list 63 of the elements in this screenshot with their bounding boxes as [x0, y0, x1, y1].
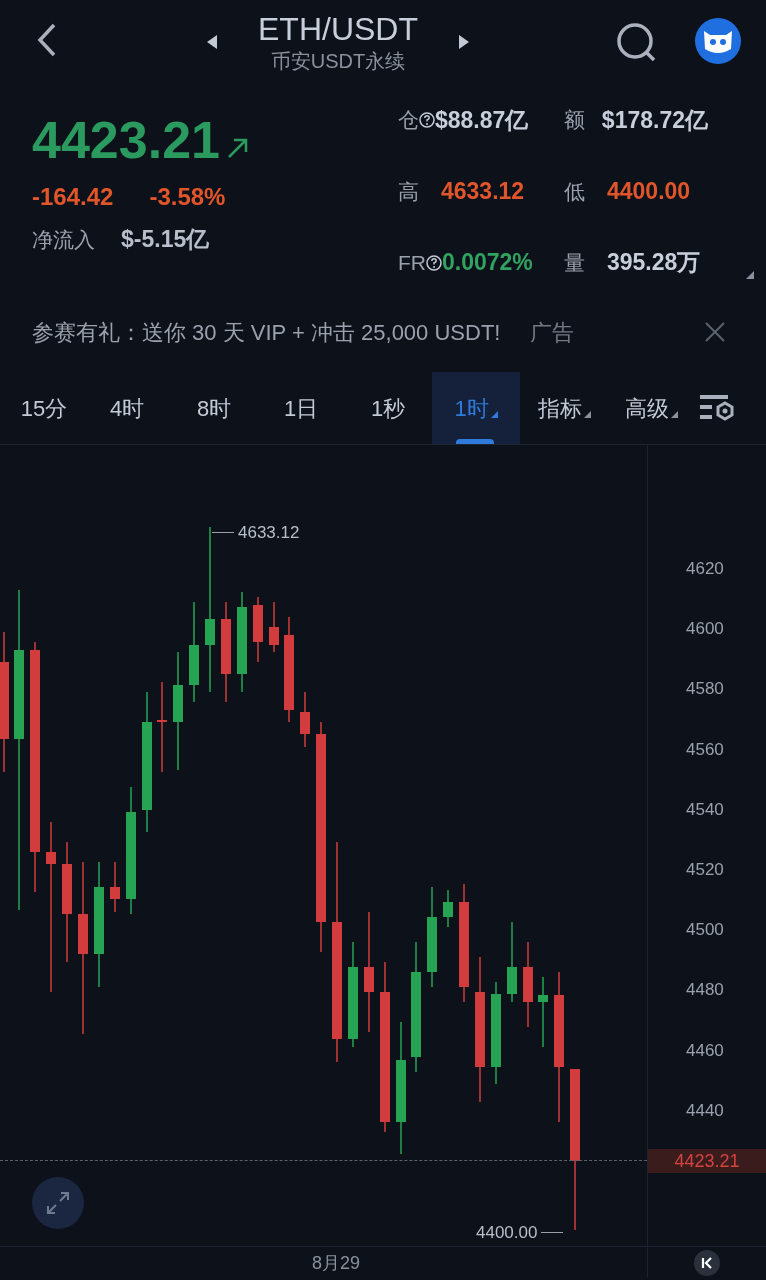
- pair-title: ETH/USDT: [258, 10, 418, 48]
- promo-text: 参赛有礼：送你 30 天 VIP + 冲击 25,000 USDT!: [32, 318, 501, 347]
- axis-label: 4520: [686, 860, 724, 880]
- candlestick: [253, 596, 263, 663]
- axis-label: 4540: [686, 799, 724, 820]
- dropdown-triangle-icon: [490, 410, 498, 418]
- high-price-label: 4633.12: [238, 522, 300, 544]
- axis-label: 4620: [686, 559, 724, 579]
- candlestick: [269, 601, 279, 653]
- search-icon[interactable]: [616, 22, 658, 64]
- interval-tab[interactable]: 4时: [84, 372, 170, 444]
- stat-label: FR: [398, 249, 426, 276]
- bot-avatar-icon[interactable]: [694, 17, 742, 65]
- interval-tab[interactable]: 15分: [4, 372, 84, 444]
- market-subtitle: 币安USDT永续: [270, 49, 406, 74]
- stat-label: 量: [564, 249, 585, 276]
- stat-value: 4400.00: [607, 177, 691, 207]
- interval-tab[interactable]: 1日: [258, 372, 344, 444]
- stat-value: 4633.12: [441, 177, 525, 207]
- candlestick: [110, 861, 120, 913]
- interval-tab[interactable]: 1时: [432, 372, 520, 444]
- chart-settings-icon[interactable]: [700, 394, 736, 422]
- stat-label: 仓: [398, 107, 419, 134]
- stat-label: 高: [398, 178, 419, 205]
- last-price-tag: 4423.21: [648, 1149, 766, 1173]
- interval-tab[interactable]: 高级: [608, 372, 694, 444]
- fullscreen-button[interactable]: [32, 1177, 84, 1229]
- next-pair-icon[interactable]: [458, 34, 470, 50]
- last-price: 4423.21: [32, 110, 220, 170]
- info-icon[interactable]: [426, 254, 442, 271]
- stat-value: 395.28万: [607, 248, 701, 278]
- candlestick: [538, 976, 548, 1048]
- axis-label: 4440: [686, 1100, 724, 1121]
- dropdown-triangle-icon: [670, 410, 678, 418]
- axis-label: 4580: [686, 679, 724, 700]
- axis-label: 4560: [686, 739, 724, 760]
- time-axis-label: 8月29: [312, 1252, 361, 1275]
- ad-tag: 广告: [530, 315, 575, 349]
- candlestick: [300, 691, 310, 748]
- stat-label: 低: [564, 178, 585, 205]
- price-change: -164.42: [32, 182, 114, 212]
- stat-value: 0.0072%: [442, 248, 533, 278]
- percent-change: -3.58%: [149, 182, 226, 212]
- dropdown-triangle-icon: [583, 410, 591, 418]
- net-inflow-value: $-5.15亿: [121, 225, 210, 254]
- previous-pair-icon[interactable]: [206, 34, 218, 50]
- axis-label: 4600: [686, 619, 724, 640]
- interval-tab[interactable]: 8时: [170, 372, 258, 444]
- info-icon[interactable]: [419, 112, 435, 128]
- axis-label: 4460: [686, 1040, 724, 1061]
- stat-label: 额: [564, 107, 585, 134]
- axis-label: 4480: [686, 980, 724, 1001]
- stat-value: $178.72亿: [601, 105, 708, 135]
- corner-triangle-icon[interactable]: [746, 271, 754, 279]
- candlestick: [443, 889, 453, 928]
- interval-tab[interactable]: 1秒: [344, 372, 432, 444]
- scroll-to-latest-button[interactable]: [694, 1250, 720, 1276]
- interval-tab[interactable]: 指标: [520, 372, 608, 444]
- stat-value: $88.87亿: [435, 105, 529, 135]
- net-inflow-label: 净流入: [32, 226, 95, 253]
- low-price-label: 4400.00: [476, 1222, 538, 1244]
- close-icon[interactable]: [704, 321, 726, 343]
- axis-label: 4500: [686, 920, 724, 941]
